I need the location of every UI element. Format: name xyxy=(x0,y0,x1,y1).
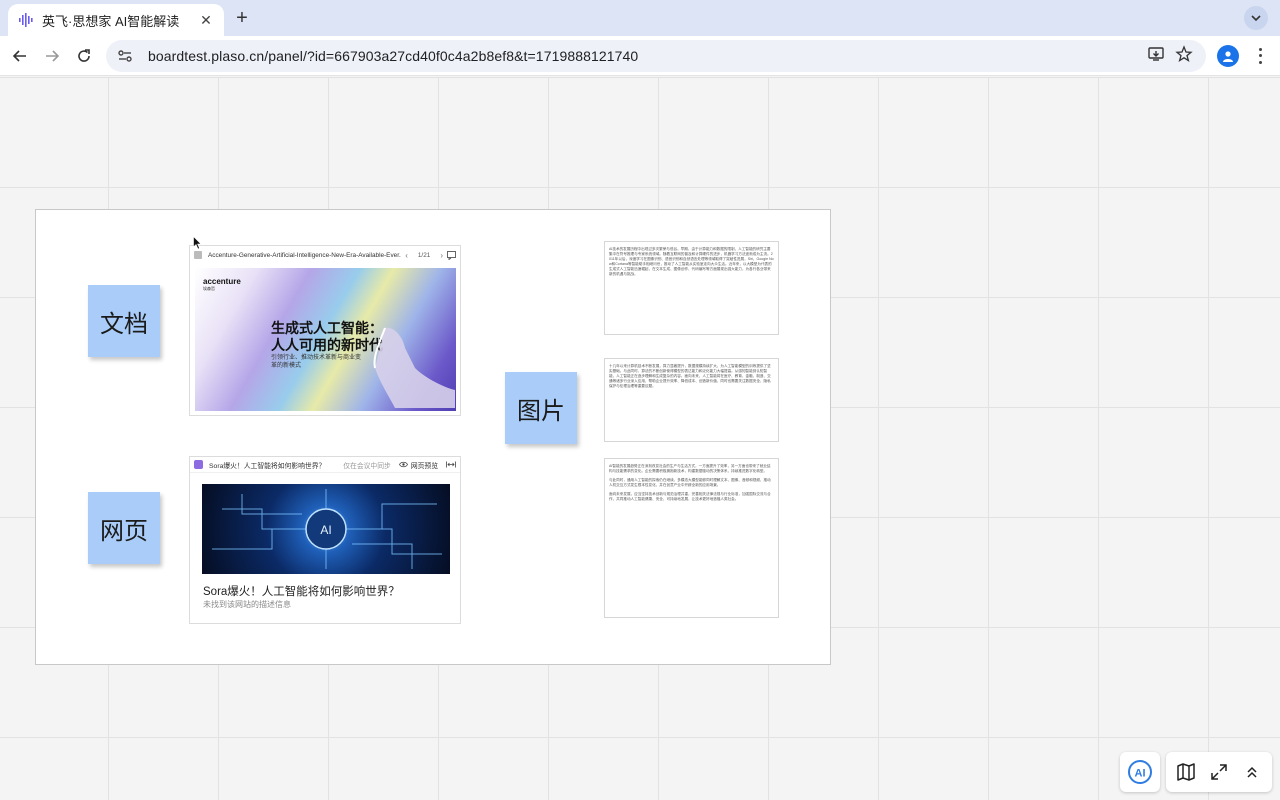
chevron-down-icon xyxy=(1251,15,1261,22)
new-tab-button[interactable]: + xyxy=(232,8,252,28)
reload-icon xyxy=(78,49,90,62)
fullscreen-button[interactable] xyxy=(1205,758,1233,786)
bookmark-button[interactable] xyxy=(1174,44,1194,64)
slide-subtitle: 引领行业、推动技术革新与商业变革的新模式 xyxy=(271,355,362,369)
webpage-title: Sora爆火！人工智能将如何影响世界？ xyxy=(203,586,400,598)
sticky-note-text: 文档 xyxy=(100,310,148,338)
prev-page-icon[interactable]: ‹ xyxy=(405,251,408,260)
map-icon xyxy=(1177,763,1196,781)
browser-menu-button[interactable] xyxy=(1254,46,1266,66)
webpage-description: 未找到该网站的描述信息 xyxy=(203,600,291,609)
sticky-note-doc[interactable]: 文档 xyxy=(88,285,160,357)
ai-assistant-button[interactable]: AI xyxy=(1120,752,1160,792)
hand-illustration xyxy=(373,327,455,408)
webpage-icon xyxy=(194,460,203,469)
expand-icon xyxy=(1211,764,1227,780)
arrow-left-icon xyxy=(12,50,26,62)
eye-icon xyxy=(398,461,408,468)
webpage-card-header: Sora爆火！人工智能将如何影响世界？ 仅在会议中同步 网页预览 xyxy=(190,457,460,473)
arrow-right-icon xyxy=(46,50,60,62)
page-indicator: 1/21 xyxy=(417,251,431,259)
sticky-note-text: 图片 xyxy=(517,397,565,425)
text-paragraph: 十几年以来计算机技术不断发展，算力显著提升，数据规模持续扩大，为人工智能模型的训… xyxy=(609,364,771,388)
site-settings-icon[interactable] xyxy=(116,47,134,65)
webpage-card[interactable]: Sora爆火！人工智能将如何影响世界？ 仅在会议中同步 网页预览 AI Sora… xyxy=(189,456,461,624)
double-chevron-up-icon xyxy=(1247,766,1257,778)
browser-tab[interactable]: 英飞·思想家 AI智能解读 ✕ xyxy=(8,4,224,36)
mouse-cursor-icon xyxy=(193,236,202,250)
sync-hint: 仅在会议中同步 xyxy=(343,462,391,470)
webpage-thumbnail: AI xyxy=(202,484,450,574)
install-app-button[interactable] xyxy=(1146,44,1166,64)
text-page-3[interactable]: AI智能的发展趋势正在深刻改变社会的生产与生活方式，一方面提升了效率，另一方面也… xyxy=(604,458,779,618)
star-icon xyxy=(1175,45,1193,63)
webpage-preview-button[interactable]: 网页预览 xyxy=(398,460,438,470)
install-icon xyxy=(1148,47,1164,61)
forward-button[interactable] xyxy=(42,46,62,66)
sticky-note-text: 网页 xyxy=(100,517,148,545)
collapse-button[interactable] xyxy=(1238,758,1266,786)
text-page-2[interactable]: 十几年以来计算机技术不断发展，算力显著提升，数据规模持续扩大，为人工智能模型的训… xyxy=(604,358,779,442)
tab-strip: 英飞·思想家 AI智能解读 ✕ + xyxy=(0,0,1280,36)
person-icon xyxy=(1223,51,1233,62)
text-paragraph: 面向未来发展，应当坚持技术创新与规范治理并重，完善相关法律法规与行业标准，加强国… xyxy=(609,492,771,501)
profile-avatar[interactable] xyxy=(1217,45,1239,67)
text-paragraph: AI技术的发展历程中出现过多次繁荣与低谷。早期，由于计算能力和数据的限制，人工智… xyxy=(609,247,774,276)
browser-toolbar: boardtest.plaso.cn/panel/?id=667903a27cd… xyxy=(0,36,1280,76)
text-page-1[interactable]: AI技术的发展历程中出现过多次繁荣与低谷。早期，由于计算能力和数据的限制，人工智… xyxy=(604,241,779,335)
text-paragraph: AI智能的发展趋势正在深刻改变社会的生产与生活方式，一方面提升了效率，另一方面也… xyxy=(609,464,771,473)
audio-wave-icon xyxy=(19,13,33,27)
expand-horizontal-icon[interactable] xyxy=(446,461,456,468)
reload-button[interactable] xyxy=(74,46,94,66)
svg-text:AI: AI xyxy=(320,523,331,537)
ai-icon: AI xyxy=(1128,760,1152,784)
document-filename: Accenture-Generative-Artificial-Intellig… xyxy=(208,251,402,259)
webpage-header-title: Sora爆火！人工智能将如何影响世界？ xyxy=(209,462,326,470)
tab-close-icon[interactable]: ✕ xyxy=(198,12,214,28)
address-bar[interactable]: boardtest.plaso.cn/panel/?id=667903a27cd… xyxy=(106,40,1206,72)
ai-chip-illustration: AI xyxy=(212,489,442,569)
sticky-note-image[interactable]: 图片 xyxy=(505,372,577,444)
url-text: boardtest.plaso.cn/panel/?id=667903a27cd… xyxy=(148,48,639,64)
sticky-note-web[interactable]: 网页 xyxy=(88,492,160,564)
next-page-icon[interactable]: › xyxy=(440,251,443,260)
slide-logo: accenture 埃森哲 xyxy=(203,277,241,291)
tab-search-button[interactable] xyxy=(1244,6,1268,30)
document-card[interactable]: Accenture-Generative-Artificial-Intellig… xyxy=(189,245,461,416)
view-tools xyxy=(1166,752,1272,792)
svg-text:AI: AI xyxy=(1135,768,1146,780)
tab-title: 英飞·思想家 AI智能解读 xyxy=(42,13,180,29)
file-icon xyxy=(194,251,202,259)
text-paragraph: 与此同时，通用人工智能的探索仍在继续，多模态大模型能够同时理解文本、图像、音频和… xyxy=(609,478,771,487)
back-button[interactable] xyxy=(10,46,30,66)
comment-icon[interactable] xyxy=(447,250,456,260)
document-card-header: Accenture-Generative-Artificial-Intellig… xyxy=(190,246,460,264)
document-slide-preview: accenture 埃森哲 生成式人工智能： 人人可用的新时代 引领行业、推动技… xyxy=(195,268,456,411)
map-button[interactable] xyxy=(1172,758,1200,786)
